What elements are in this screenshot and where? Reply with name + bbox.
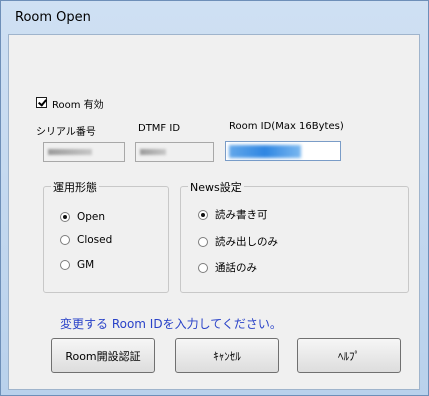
window-title: Room Open [15,10,91,25]
operation-option-open[interactable]: Open [60,211,105,223]
news-option-label: 読み書き可 [215,209,268,221]
news-option-label: 通話のみ [215,262,257,274]
dtmf-id-field[interactable] [135,142,214,162]
serial-number-redacted [48,149,92,155]
operation-option-label: GM [77,259,95,271]
info-message: 変更する Room IDを入力してください。 [60,317,282,331]
title-bar[interactable]: Room Open [1,1,429,35]
news-settings-group-label: News設定 [188,179,244,195]
serial-number-field[interactable] [43,142,125,162]
operation-option-label: Closed [77,234,113,246]
room-enable-checkbox[interactable] [36,97,47,108]
news-option-call-only[interactable]: 通話のみ [198,260,257,275]
news-option-read-write[interactable]: 読み書き可 [198,207,268,222]
cancel-button[interactable]: ｷｬﾝｾﾙ [175,338,279,373]
operation-option-closed[interactable]: Closed [60,234,112,246]
radio-indicator[interactable] [198,236,208,247]
radio-indicator[interactable] [60,235,70,245]
radio-indicator[interactable] [198,209,208,220]
operation-option-gm[interactable]: GM [60,259,94,271]
radio-indicator[interactable] [60,260,70,270]
radio-indicator[interactable] [60,212,70,222]
room-enable-label: Room 有効 [52,100,104,111]
dtmf-id-redacted [140,149,166,155]
operation-option-label: Open [77,211,106,223]
help-button[interactable]: ﾍﾙﾌﾟ [297,338,401,373]
news-option-label: 読み出しのみ [215,236,278,248]
room-id-selected-text [229,145,301,158]
operation-mode-group-label: 運用形態 [51,179,99,195]
dtmf-id-label: DTMF ID [138,123,181,134]
news-option-read-only[interactable]: 読み出しのみ [198,234,278,249]
room-id-label: Room ID(Max 16Bytes) [229,121,344,132]
room-id-field[interactable] [225,141,341,161]
radio-indicator[interactable] [198,262,208,273]
room-open-auth-button[interactable]: Room開設認証 [51,338,155,373]
serial-number-label: シリアル番号 [36,127,96,138]
